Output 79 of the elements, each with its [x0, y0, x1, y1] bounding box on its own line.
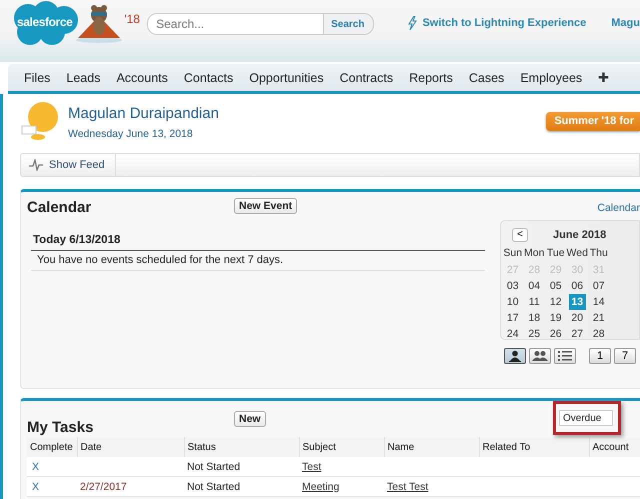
calendar-day[interactable]: 06	[568, 278, 586, 294]
list-icon	[558, 351, 572, 361]
calendar-day[interactable]: 10	[504, 294, 522, 310]
lightning-link[interactable]: Switch to Lightning Experience	[408, 16, 586, 30]
complete-link[interactable]: X	[27, 457, 77, 476]
person-icon	[509, 350, 521, 362]
calendar-day[interactable]: 03	[504, 278, 522, 294]
range-button[interactable]: 7	[614, 348, 636, 364]
user-name[interactable]: Magulan Duraipandian	[68, 105, 219, 122]
column-header: Account	[589, 437, 640, 457]
weekday-label: Tue	[546, 246, 566, 261]
filter-dropdown[interactable]: Overdue	[559, 410, 613, 426]
events-message: You have no events scheduled for the next 7 days.	[31, 251, 485, 271]
subject-link[interactable]: Test	[302, 460, 322, 472]
task-status: Not Started	[184, 476, 299, 496]
weekday-label: Sun	[502, 246, 524, 261]
mascot-drawing	[74, 4, 124, 44]
avatar-icon	[20, 100, 60, 140]
calendar-day[interactable]: 27	[568, 326, 586, 342]
column-header: Date	[77, 437, 184, 457]
weekday-label: Mon	[524, 246, 545, 261]
previous-month-button[interactable]: <	[512, 228, 528, 242]
add-tab-button[interactable]: ✚	[590, 70, 618, 85]
current-date: Wednesday June 13, 2018	[68, 128, 194, 140]
nav-tab[interactable]: Cases	[460, 70, 512, 84]
calendar-day[interactable]: 07	[590, 278, 608, 294]
calendar-link[interactable]: Calendar	[597, 202, 640, 214]
year-label: '18	[124, 12, 140, 26]
new-event-button[interactable]: New Event	[234, 198, 298, 214]
highlight-frame	[553, 401, 621, 435]
column-header: Status	[184, 437, 299, 457]
new-task-button[interactable]: New	[234, 411, 266, 427]
calendar-day[interactable]: 24	[504, 326, 522, 342]
nav-tab[interactable]: Files	[16, 70, 58, 84]
search-button[interactable]: Search	[323, 13, 374, 35]
show-feed-button[interactable]: Show Feed	[21, 154, 116, 176]
month-label: June 2018	[553, 228, 606, 240]
task-status: Not Started	[184, 457, 299, 476]
calendar-day[interactable]: 12	[547, 294, 564, 310]
nav-tab[interactable]: Leads	[58, 70, 108, 84]
calendar-day[interactable]: 14	[590, 294, 608, 310]
calendar-day[interactable]: 21	[590, 310, 608, 326]
calendar-day[interactable]: 19	[547, 310, 564, 326]
today-heading: Today 6/13/2018	[31, 234, 485, 251]
nav-tab[interactable]: Reports	[401, 70, 461, 84]
user-menu[interactable]: Magu	[611, 17, 640, 29]
calendar-day[interactable]: 05	[547, 278, 564, 294]
nav-tab[interactable]: Accounts	[108, 70, 176, 84]
calendar-day[interactable]: 17	[504, 310, 522, 326]
search-field[interactable]: Search...	[147, 13, 324, 35]
calendar-day[interactable]: 11	[526, 294, 543, 310]
complete-link[interactable]: X	[27, 476, 77, 496]
logo-text: salesforce	[17, 15, 72, 29]
panel-title: Calendar	[27, 199, 92, 216]
column-header: Subject	[299, 437, 384, 457]
column-header: Related To	[479, 437, 589, 457]
view-button[interactable]	[554, 348, 576, 364]
column-header: Name	[384, 437, 479, 457]
people-icon	[532, 350, 548, 362]
pulse-icon	[29, 159, 43, 171]
calendar-day[interactable]: 18	[526, 310, 543, 326]
weekday-label: Wed	[566, 246, 588, 261]
weekday-label: Thu	[588, 246, 609, 261]
calendar-day[interactable]: 25	[526, 326, 543, 342]
nav-tab[interactable]: Opportunities	[241, 70, 332, 84]
due-date: 2/27/2017	[77, 476, 184, 496]
view-button[interactable]	[529, 348, 551, 364]
column-header: Complete	[27, 437, 77, 457]
panel-title: My Tasks	[27, 418, 94, 437]
range-button[interactable]: 1	[589, 348, 611, 364]
view-button[interactable]	[504, 348, 526, 364]
nav-tab[interactable]: Employees	[512, 70, 590, 84]
calendar-day[interactable]: 04	[526, 278, 543, 294]
calendar-day[interactable]: 20	[568, 310, 586, 326]
nav-tab[interactable]: Contacts	[176, 70, 242, 84]
calendar-day[interactable]: 26	[547, 326, 564, 342]
lightning-icon	[408, 16, 418, 30]
nav-tab[interactable]: Contracts	[332, 70, 402, 84]
calendar-day[interactable]: 28	[590, 326, 608, 342]
